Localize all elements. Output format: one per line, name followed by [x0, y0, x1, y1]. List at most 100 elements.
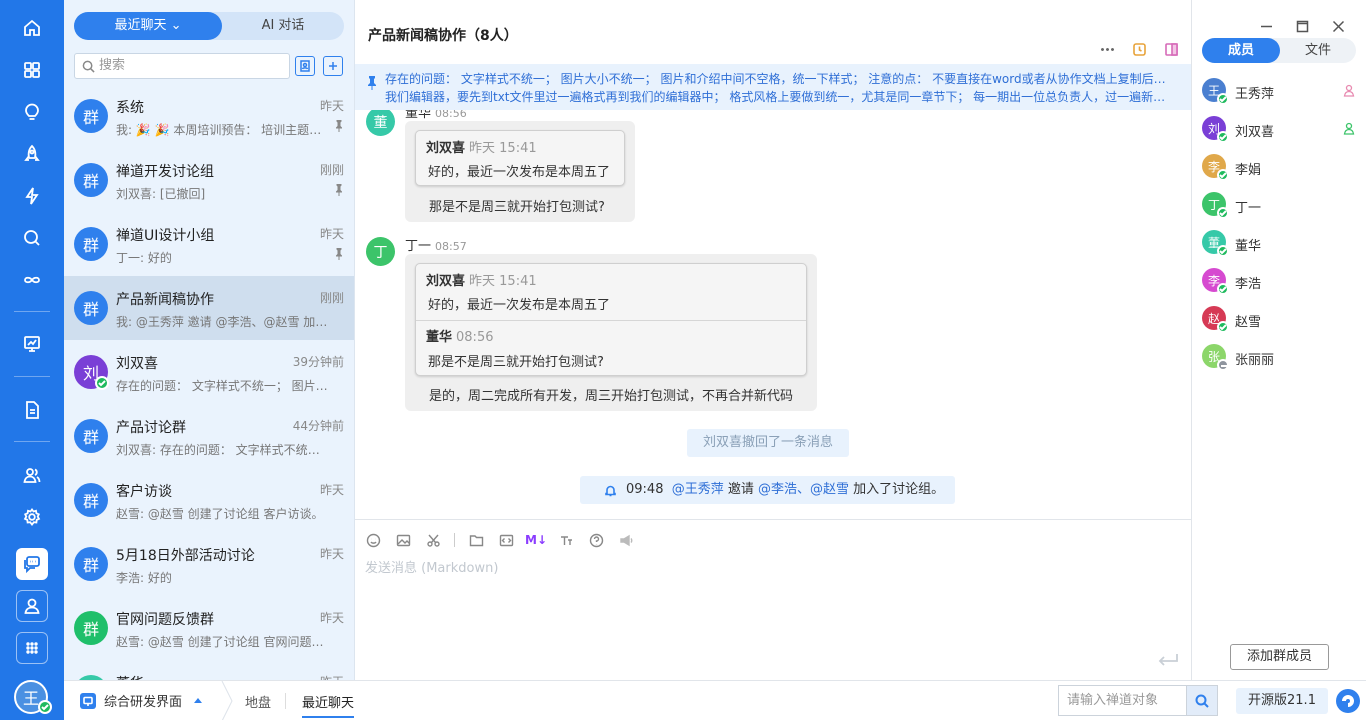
chat-avatar: 群 [74, 419, 108, 453]
sidebar-toggle-icon[interactable] [1161, 40, 1181, 58]
chat-time: 昨天 [320, 673, 344, 680]
search-icon [1195, 694, 1209, 708]
search-icon [82, 60, 95, 73]
version-badge[interactable]: 开源版21.1 [1236, 688, 1328, 714]
more-options-icon[interactable] [1097, 40, 1117, 58]
window-controls [1258, 18, 1346, 34]
history-icon[interactable] [1129, 40, 1149, 58]
member-name: 丁一 [1235, 201, 1262, 216]
tab-recent-chats[interactable]: 最近聊天 ⌄ [74, 12, 222, 40]
contact-icon[interactable] [16, 590, 48, 622]
chat-search-input[interactable]: 搜索 [74, 53, 290, 79]
plus-icon [329, 62, 337, 70]
quote-text: 那是不是周三就开始打包测试? [428, 355, 604, 370]
chat-list-item[interactable]: 董董华昨天 [64, 660, 354, 680]
minimize-icon[interactable] [1258, 18, 1274, 34]
member-name: 王秀萍 [1235, 87, 1275, 102]
chat-preview: 刘双喜: [已撤回] [116, 187, 206, 201]
chat-name: 刘双喜 [116, 356, 158, 372]
member-item[interactable]: 王王秀萍 [1202, 76, 1362, 106]
chat-list-item[interactable]: 群禅道UI设计小组 昨天 丁一: 好的 [64, 212, 354, 276]
member-item[interactable]: 李李娟 [1202, 152, 1362, 182]
online-status-badge [1217, 169, 1229, 181]
message-bubble[interactable]: 刘双喜 昨天 15:41 好的，最近一次发布是本周五了 那是不是周三就开始打包测试… [405, 121, 635, 222]
chat-list-item[interactable]: 群产品讨论群 44分钟前刘双喜: 存在的问题： 文字样式不统一； 图片大小不统一 [64, 404, 354, 468]
rocket-icon[interactable] [16, 138, 48, 170]
new-chat-button[interactable] [323, 56, 343, 76]
grid-icon[interactable] [16, 632, 48, 664]
tab-members[interactable]: 成员 [1202, 38, 1280, 63]
chat-list-item[interactable]: 群系统 昨天我: 🎉 🎉 本周培训预告： 培训主题： 进阶版本功能介绍 [64, 84, 354, 148]
chat-list-item[interactable]: 群产品新闻稿协作 刚刚我: @王秀萍 邀请 @李浩、@赵雪 加入了讨论组。 [64, 276, 354, 340]
image-icon[interactable] [394, 532, 412, 548]
chat-list-item[interactable]: 群官网问题反馈群 昨天赵雪: @赵雪 创建了讨论组 官网问题反馈群。 [64, 596, 354, 660]
member-item[interactable]: 董董华 [1202, 228, 1362, 258]
infinity-icon[interactable] [16, 264, 48, 296]
chat-icon[interactable] [16, 548, 48, 580]
member-name: 董华 [1235, 239, 1262, 254]
message-bubble[interactable]: 刘双喜 昨天 15:41 好的，最近一次发布是本周五了 董华 08:56 那是不是周… [405, 254, 817, 411]
sender-avatar[interactable]: 董 [366, 110, 395, 136]
message-input[interactable]: 发送消息 (Markdown) [365, 557, 498, 576]
sender-name: 董华 [405, 110, 432, 121]
nav-divider [14, 376, 50, 377]
maximize-icon[interactable] [1294, 18, 1310, 34]
emoji-icon[interactable] [364, 532, 382, 548]
member-item[interactable]: 张张丽丽 [1202, 342, 1362, 372]
chat-list-item[interactable]: 刘刘双喜39分钟前存在的问题： 文字样式不统一； 图片大小不统一； [64, 340, 354, 404]
main-nav-sidebar: 王 [0, 0, 64, 720]
home-icon[interactable] [16, 12, 48, 44]
chat-list-item[interactable]: 群客户访谈 昨天 赵雪: @赵雪 创建了讨论组 客户访谈。 [64, 468, 354, 532]
document-icon[interactable] [16, 394, 48, 426]
presentation-icon[interactable] [16, 328, 48, 360]
quoted-message[interactable]: 刘双喜 昨天 15:41 好的，最近一次发布是本周五了 董华 08:56 那是不是周… [415, 263, 807, 376]
tab-files[interactable]: 文件 [1280, 38, 1356, 63]
online-status-badge [1217, 131, 1229, 143]
mention-inviter[interactable]: @王秀萍 [672, 482, 724, 497]
sender-avatar[interactable]: 丁 [366, 237, 395, 266]
folder-icon[interactable] [467, 532, 485, 548]
close-icon[interactable] [1330, 18, 1346, 34]
add-member-button[interactable]: 添加群成员 [1230, 644, 1329, 670]
tab-dashboard[interactable]: 地盘 [245, 692, 271, 711]
object-search-input[interactable]: 请输入禅道对象 [1058, 685, 1186, 716]
chat-time: 昨天 [319, 483, 344, 497]
object-search-button[interactable] [1186, 685, 1218, 716]
member-item[interactable]: 丁丁一 [1202, 190, 1362, 220]
member-item[interactable]: 李李浩 [1202, 266, 1362, 296]
message-time: 08:56 [435, 110, 467, 120]
gear-icon[interactable] [16, 501, 48, 533]
send-icon[interactable] [1157, 652, 1179, 672]
member-item[interactable]: 赵赵雪 [1202, 304, 1362, 334]
lightbulb-icon[interactable] [16, 96, 48, 128]
markdown-toggle[interactable]: M↓ [525, 532, 547, 548]
message-sender: 董华 08:56 [405, 110, 467, 121]
tab-ai-chat[interactable]: AI 对话 [222, 12, 344, 40]
chat-name: 禅道UI设计小组 [116, 228, 215, 244]
text-format-icon[interactable] [557, 532, 575, 548]
member-item[interactable]: 刘刘双喜 [1202, 114, 1362, 144]
online-status-badge [1217, 207, 1229, 219]
caret-up-icon [194, 698, 203, 703]
search-icon[interactable] [16, 222, 48, 254]
zentao-logo-icon[interactable] [1336, 689, 1360, 713]
pinned-notice[interactable]: 存在的问题： 文字样式不统一； 图片大小不统一； 图片和介绍中间不空格，统一下样… [355, 64, 1191, 110]
code-block-icon[interactable] [497, 532, 515, 548]
scissors-icon[interactable] [424, 532, 442, 548]
chat-time: 昨天 [319, 611, 344, 625]
workspace-switcher[interactable]: 综合研发界面 [80, 691, 203, 710]
notice-verb: 邀请 [723, 482, 759, 497]
message-sender: 丁一 08:57 [405, 235, 467, 254]
lightning-icon[interactable] [16, 180, 48, 212]
chat-list-item[interactable]: 群 5月18日外部活动讨论 昨天 李浩: 好的 [64, 532, 354, 596]
quoted-message[interactable]: 刘双喜 昨天 15:41 好的，最近一次发布是本周五了 [415, 130, 625, 186]
mention-members[interactable]: @李浩、@赵雪 [758, 482, 849, 497]
chat-list-item[interactable]: 群禅道开发讨论组 刚刚 刘双喜: [已撤回] [64, 148, 354, 212]
megaphone-icon[interactable] [617, 532, 635, 548]
help-icon[interactable] [587, 532, 605, 548]
users-icon[interactable] [16, 459, 48, 491]
tab-recent-chat[interactable]: 最近聊天 [302, 692, 355, 718]
pin-icon [335, 184, 343, 196]
apps-icon[interactable] [16, 54, 48, 86]
contacts-button[interactable] [295, 56, 315, 76]
